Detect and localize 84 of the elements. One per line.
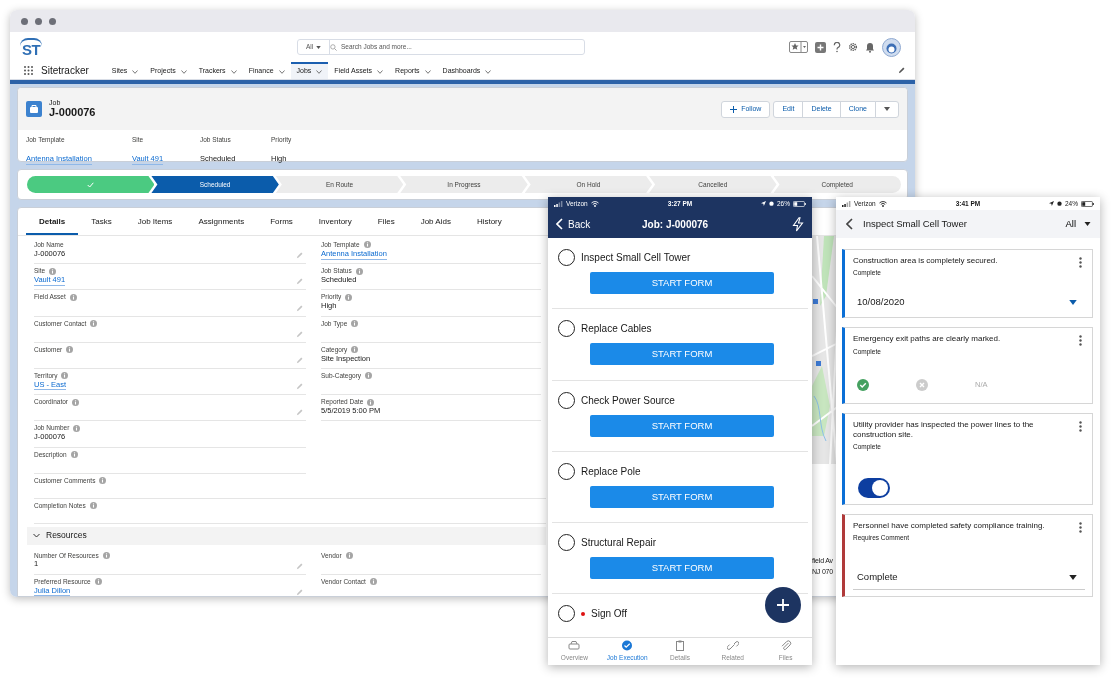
- chevron-down-icon[interactable]: [230, 69, 237, 74]
- start-form-button[interactable]: START FORM: [590, 343, 774, 366]
- more-options-icon[interactable]: [1079, 420, 1082, 432]
- task-name: Sign Off: [591, 607, 627, 622]
- avatar-icon[interactable]: [882, 37, 901, 57]
- question-text: Utility provider has inspected the power lines to the construction site.: [853, 419, 1035, 441]
- task-name: Inspect Small Cell Tower: [581, 251, 691, 265]
- pencil-icon[interactable]: [898, 67, 905, 74]
- question-text: Construction area is completely secured.: [853, 256, 999, 267]
- chevron-down-icon: [33, 532, 40, 540]
- app-name: Sitetracker: [41, 64, 89, 78]
- back-button[interactable]: Back: [556, 216, 626, 232]
- start-form-button[interactable]: START FORM: [590, 485, 774, 508]
- chevron-down-icon[interactable]: [485, 69, 492, 74]
- settings-icon[interactable]: [848, 42, 858, 52]
- plus-icon: [776, 598, 790, 612]
- tab[interactable]: Inventory: [305, 216, 365, 235]
- screen-title: Job: J-000076: [642, 217, 709, 232]
- bell-icon[interactable]: [865, 41, 875, 53]
- add-icon[interactable]: [815, 41, 826, 53]
- record-title: J-000076: [49, 106, 96, 119]
- battery-icon: [1081, 200, 1094, 207]
- lightning-icon[interactable]: [792, 216, 804, 232]
- tab[interactable]: History: [463, 216, 515, 235]
- back-chevron-icon: [556, 218, 563, 230]
- location-icon: [1048, 201, 1054, 206]
- check-icon: [87, 181, 95, 188]
- alarm-icon: [768, 201, 774, 206]
- paperclip-icon: [779, 640, 792, 652]
- section-header[interactable]: Resources: [27, 526, 546, 545]
- task-name: Structural Repair: [581, 536, 657, 551]
- help-icon[interactable]: [833, 41, 841, 53]
- tab[interactable]: Forms: [257, 216, 306, 235]
- more-actions-button[interactable]: [875, 100, 899, 118]
- chevron-down-icon[interactable]: [377, 69, 384, 74]
- more-options-icon[interactable]: [1079, 257, 1082, 268]
- back-chevron-icon[interactable]: [846, 218, 853, 230]
- tab[interactable]: Tasks: [78, 216, 125, 235]
- more-options-icon[interactable]: [1079, 335, 1082, 347]
- wifi-icon: [878, 200, 887, 207]
- chevron-down-icon[interactable]: [316, 69, 323, 74]
- tab[interactable]: Job Aids: [407, 216, 464, 235]
- clipboard-icon: [674, 640, 686, 652]
- caret-down-icon: [1069, 299, 1077, 305]
- start-form-button[interactable]: START FORM: [590, 272, 774, 294]
- start-form-button[interactable]: START FORM: [590, 414, 774, 437]
- chevron-down-icon[interactable]: [132, 69, 139, 74]
- logo[interactable]: ST: [20, 37, 43, 57]
- battery-icon: [793, 200, 806, 207]
- question-text: Emergency exit paths are clearly marked.: [853, 334, 1002, 345]
- task-name: Check Power Source: [581, 393, 675, 408]
- signal-icon: [842, 200, 851, 207]
- signal-icon: [554, 200, 563, 207]
- caret-down-icon: [1069, 574, 1077, 580]
- chevron-down-icon[interactable]: [424, 69, 431, 74]
- screen-title: Inspect Small Cell Tower: [863, 216, 967, 231]
- chevron-down-icon[interactable]: [278, 69, 285, 74]
- app-launcher-icon[interactable]: [24, 66, 33, 75]
- caret-down-icon: [1084, 222, 1091, 226]
- tab[interactable]: Assignments: [185, 216, 258, 235]
- checkmark-circle-icon: [621, 640, 634, 652]
- tab[interactable]: Files: [364, 216, 408, 235]
- caret-down-icon: [884, 107, 890, 111]
- task-name: Replace Cables: [581, 322, 652, 337]
- yes-icon[interactable]: [857, 378, 869, 391]
- wifi-icon: [590, 200, 599, 207]
- plus-icon: [730, 105, 738, 113]
- task-name: Replace Pole: [581, 464, 641, 479]
- caret-down-icon: [316, 45, 322, 49]
- picklist-field[interactable]: Complete: [853, 543, 1085, 591]
- start-form-button[interactable]: START FORM: [590, 557, 774, 580]
- date-field[interactable]: 10/08/2020: [853, 278, 1085, 318]
- toggle-switch[interactable]: [858, 478, 890, 499]
- tab[interactable]: Job Items: [124, 216, 186, 235]
- chevron-down-icon[interactable]: [180, 69, 187, 74]
- more-options-icon[interactable]: [1079, 522, 1082, 534]
- link-icon: [726, 640, 739, 652]
- alarm-icon: [1056, 201, 1062, 206]
- job-bag-icon: [26, 101, 42, 117]
- tab[interactable]: Details: [26, 216, 79, 235]
- question-text: Personnel have completed safety compliance training.: [853, 521, 1046, 532]
- search-icon: [330, 43, 337, 51]
- filter-dropdown[interactable]: All: [1065, 216, 1091, 232]
- add-button[interactable]: [765, 587, 801, 623]
